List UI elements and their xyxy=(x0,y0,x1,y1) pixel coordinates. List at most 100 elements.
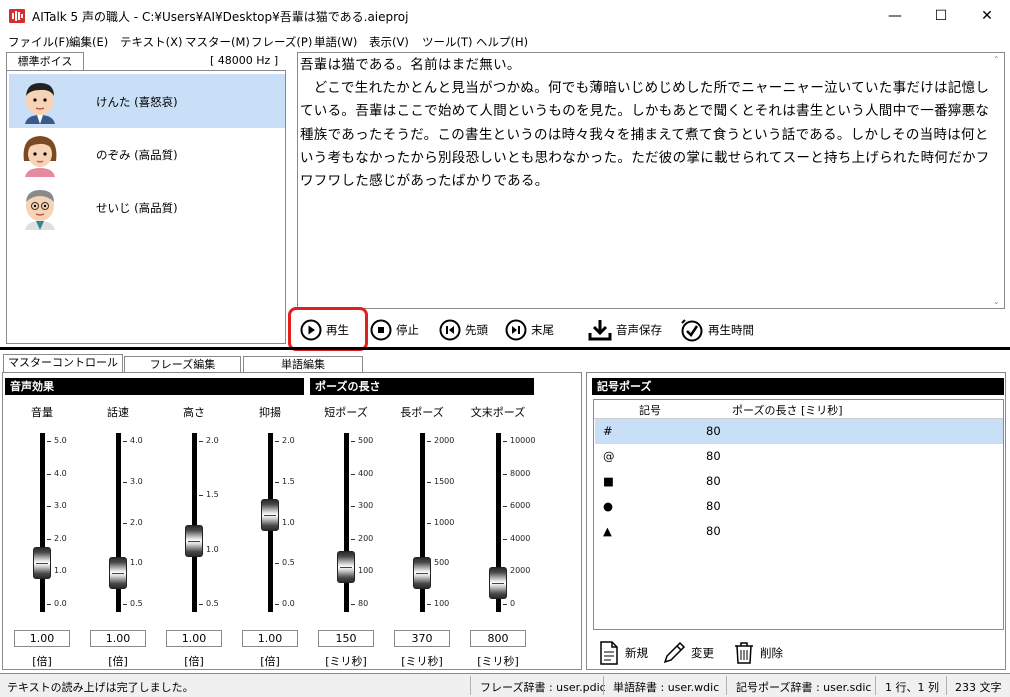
slider-tick-label: 4000 xyxy=(510,533,531,543)
slider-tick-label: 1.0 xyxy=(130,558,143,568)
slider-value-field[interactable]: 1.00 xyxy=(166,630,222,647)
slider-tick-label: 2000 xyxy=(510,566,531,576)
menu-file[interactable]: ファイル(F) xyxy=(8,34,70,50)
slider-unit: [倍] xyxy=(32,655,52,668)
status-message: テキストの読み上げは完了しました。 xyxy=(7,681,194,694)
edit-button[interactable]: 変更 xyxy=(662,640,714,666)
slider-tick xyxy=(275,563,279,565)
voice-item-seiji[interactable]: せいじ (高品質) xyxy=(9,180,285,234)
maximize-button[interactable]: ☐ xyxy=(918,0,964,32)
slider-thumb[interactable] xyxy=(185,524,203,557)
slider-unit: [ミリ秒] xyxy=(477,655,519,668)
slider-thumb[interactable] xyxy=(33,547,51,580)
slider-thumb[interactable] xyxy=(489,566,507,599)
slider-tick xyxy=(199,495,203,497)
symbol-table[interactable]: 記号 ポーズの長さ [ミリ秒] #80 @80 ■ 80 ● 80 ▲ 80 xyxy=(593,399,1004,630)
slider-tick xyxy=(123,522,127,524)
cursor-position: 1 行、1 列 xyxy=(885,681,939,694)
slider-value-field[interactable]: 1.00 xyxy=(242,630,298,647)
slider-tick-label: 1.0 xyxy=(282,517,295,527)
tail-button[interactable]: 末尾 xyxy=(505,316,554,344)
tab-standard-voice[interactable]: 標準ボイス xyxy=(6,52,84,70)
slider-value-field[interactable]: 370 xyxy=(394,630,450,647)
column-header-symbol[interactable]: 記号 xyxy=(639,402,661,418)
voice-name: のぞみ (高品質) xyxy=(96,148,178,162)
play-time-button[interactable]: 再生時間 xyxy=(680,316,754,344)
avatar-kenta-icon xyxy=(25,83,55,124)
stop-button[interactable]: 停止 xyxy=(370,316,419,344)
menu-bar: ファイル(F) 編集(E) テキスト(X) マスター(M) フレーズ(P) 単語… xyxy=(0,32,1010,50)
save-audio-button[interactable]: 音声保存 xyxy=(588,316,662,344)
effects-header: 音声効果 xyxy=(5,378,304,395)
menu-tools[interactable]: ツール(T) xyxy=(422,34,473,50)
delete-button[interactable]: 削除 xyxy=(733,640,783,666)
download-icon xyxy=(588,320,612,341)
slider-label: 高さ xyxy=(183,406,205,419)
slider-tick xyxy=(47,506,51,508)
slider-value-field[interactable]: 1.00 xyxy=(14,630,70,647)
play-highlight xyxy=(288,307,368,351)
slider-tick xyxy=(351,604,355,605)
app-icon xyxy=(9,9,25,23)
menu-edit[interactable]: 編集(E) xyxy=(69,34,108,50)
menu-text[interactable]: テキスト(X) xyxy=(120,34,183,50)
slider-value-field[interactable]: 1.00 xyxy=(90,630,146,647)
status-separator xyxy=(726,676,727,695)
tab-word-edit[interactable]: 単語編集 xyxy=(243,356,363,373)
table-row[interactable]: ■ 80 xyxy=(595,469,1003,494)
new-button[interactable]: 新規 xyxy=(598,640,648,666)
slider-value-field[interactable]: 800 xyxy=(470,630,526,647)
tail-label: 末尾 xyxy=(531,323,554,337)
table-row[interactable]: ● 80 xyxy=(595,494,1003,519)
menu-master[interactable]: マスター(M) xyxy=(185,34,250,50)
voice-item-kenta[interactable]: けんた (喜怒哀) xyxy=(9,74,285,128)
status-separator xyxy=(603,676,604,695)
slider-track[interactable] xyxy=(192,433,197,612)
tab-phrase-edit[interactable]: フレーズ編集 xyxy=(124,356,241,373)
scroll-up-icon[interactable]: ⌃ xyxy=(993,55,1000,64)
slider-tick-label: 80 xyxy=(358,599,369,608)
slider-track[interactable] xyxy=(40,433,45,612)
section-divider xyxy=(0,347,1010,350)
slider-tick xyxy=(199,441,203,442)
trash-icon xyxy=(735,642,753,664)
column-header-pause-length[interactable]: ポーズの長さ [ミリ秒] xyxy=(732,402,843,418)
table-row[interactable]: #80 xyxy=(595,419,1003,444)
play-time-label: 再生時間 xyxy=(708,323,754,337)
slider-tick xyxy=(351,441,355,442)
window-title: AITalk 5 声の職人 - C:¥Users¥AI¥Desktop¥吾輩は猫… xyxy=(32,10,409,24)
voice-item-nozomi[interactable]: のぞみ (高品質) xyxy=(9,127,285,181)
slider-thumb[interactable] xyxy=(261,498,279,531)
minimize-button[interactable]: — xyxy=(872,0,918,32)
slider-value-field[interactable]: 150 xyxy=(318,630,374,647)
slider-tick-label: 3.0 xyxy=(54,501,67,511)
close-button[interactable]: ✕ xyxy=(964,0,1010,32)
slider-track[interactable] xyxy=(344,433,349,612)
slider-tick-label: 6000 xyxy=(510,501,531,511)
scroll-down-icon[interactable]: ⌄ xyxy=(993,297,1000,306)
slider-tick-label: 2.0 xyxy=(54,533,67,543)
new-label: 新規 xyxy=(625,646,648,660)
pause-length-header: ポーズの長さ xyxy=(310,378,534,395)
slider-tick-label: 1.0 xyxy=(54,566,67,576)
head-button[interactable]: 先頭 xyxy=(439,316,488,344)
menu-word[interactable]: 単語(W) xyxy=(314,34,357,50)
tab-master-control[interactable]: マスターコントロール xyxy=(3,354,123,373)
title-bar: AITalk 5 声の職人 - C:¥Users¥AI¥Desktop¥吾輩は猫… xyxy=(0,0,1010,32)
slider-tick-label: 8000 xyxy=(510,468,531,478)
slider-thumb[interactable] xyxy=(109,557,127,590)
slider-tick-label: 0.0 xyxy=(282,599,295,608)
table-row[interactable]: @80 xyxy=(595,444,1003,469)
vertical-scrollbar[interactable]: ⌃ ⌄ xyxy=(990,53,1004,308)
slider-tick-label: 1500 xyxy=(434,476,455,486)
slider-thumb[interactable] xyxy=(413,557,431,590)
table-row[interactable]: ▲ 80 xyxy=(595,519,1003,544)
menu-phrase[interactable]: フレーズ(P) xyxy=(251,34,312,50)
slider-thumb[interactable] xyxy=(337,550,355,583)
text-editor[interactable]: 吾輩は猫である。名前はまだ無い。 どこで生れたかとんと見当がつかぬ。何でも薄暗い… xyxy=(297,52,1005,309)
slider-tick-label: 500 xyxy=(434,558,450,568)
slider-tick-label: 10000 xyxy=(510,436,536,445)
menu-view[interactable]: 表示(V) xyxy=(369,34,409,50)
voice-list: けんた (喜怒哀) のぞみ (高品質) せいじ (高品質) xyxy=(6,70,286,344)
menu-help[interactable]: ヘルプ(H) xyxy=(476,34,528,50)
